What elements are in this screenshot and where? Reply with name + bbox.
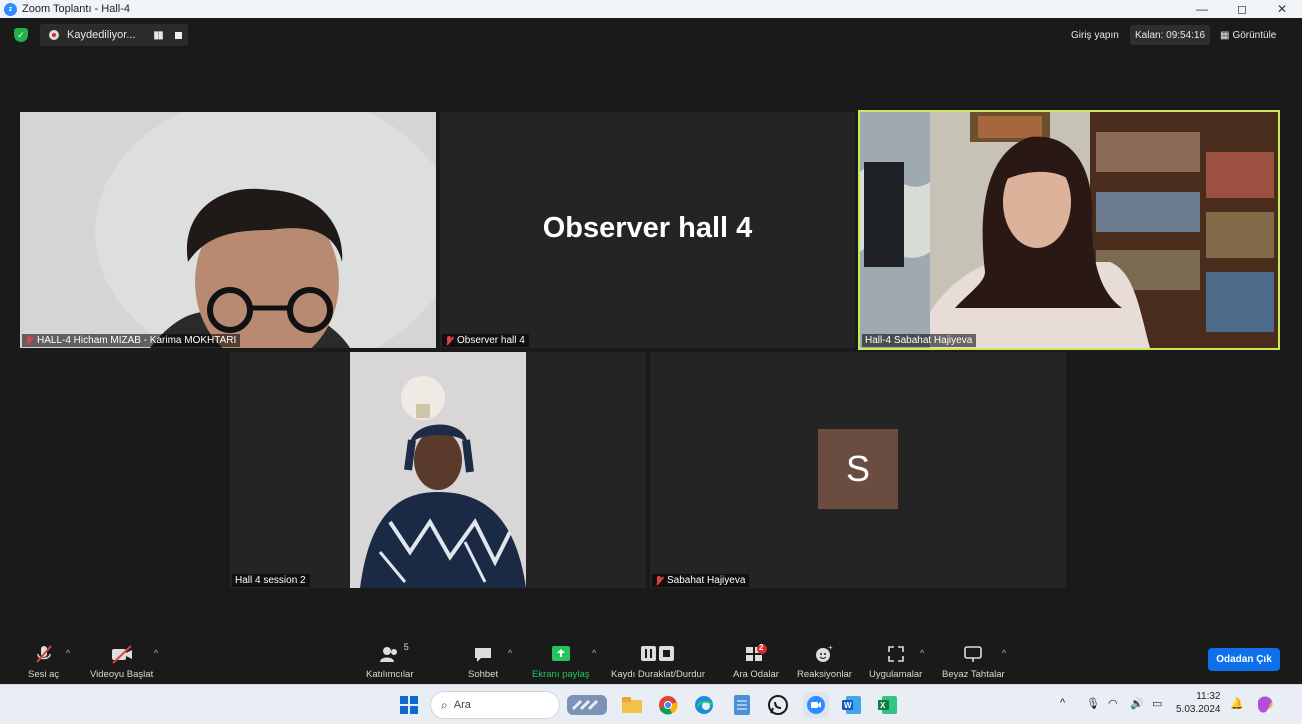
breakout-rooms-icon xyxy=(745,644,767,661)
pause-recording-icon[interactable]: ▮▮ xyxy=(153,30,163,41)
windows-start-icon[interactable] xyxy=(398,694,420,716)
video-tile-hicham[interactable]: HALL-4 Hicham MIZAB - Karima MOKHTARI xyxy=(20,112,436,348)
muted-mic-icon xyxy=(25,335,33,346)
security-shield-icon[interactable]: ✓ xyxy=(14,28,28,42)
minimize-button[interactable]: — xyxy=(1182,0,1222,18)
zoom-app-icon: z xyxy=(4,2,17,16)
copilot-icon[interactable] xyxy=(1254,694,1276,716)
muted-mic-icon xyxy=(445,335,453,346)
whiteboard-options-caret[interactable]: ^ xyxy=(1002,648,1006,658)
clock-time: 11:32 xyxy=(1196,691,1221,702)
excel-icon[interactable]: X xyxy=(877,694,899,716)
file-explorer-icon[interactable] xyxy=(621,694,643,716)
zoom-taskbar-icon[interactable] xyxy=(803,692,829,718)
start-video-button[interactable]: Videoyu Başlat xyxy=(90,640,153,680)
pause-stop-icon xyxy=(640,646,674,661)
video-tile-sabahat-speaker[interactable]: Hall-4 Sabahat Hajiyeva xyxy=(858,110,1280,350)
muted-mic-icon xyxy=(655,575,663,586)
participant-video xyxy=(20,112,436,348)
sign-in-button[interactable]: Giriş yapın xyxy=(1066,25,1124,45)
reactions-icon: + xyxy=(816,644,833,662)
window-title: Zoom Toplantı - Hall-4 xyxy=(22,3,131,15)
mic-off-icon xyxy=(35,645,52,663)
view-button[interactable]: ▦ Görüntüle xyxy=(1215,25,1281,45)
search-placeholder: Ara xyxy=(453,699,471,711)
breakout-badge: 2 xyxy=(758,643,764,652)
tray-overflow-chevron-icon[interactable]: ^ xyxy=(1060,697,1065,709)
search-icon: ⌕ xyxy=(441,697,448,712)
grid-icon: ▦ xyxy=(1220,29,1230,41)
whatsapp-icon[interactable] xyxy=(767,694,789,716)
unmute-button[interactable]: Sesi aç xyxy=(28,640,59,680)
close-button[interactable]: ✕ xyxy=(1262,0,1302,18)
recording-indicator: Kaydediliyor... ▮▮ xyxy=(40,24,188,46)
chat-button[interactable]: Sohbet xyxy=(468,640,498,680)
stop-recording-icon[interactable] xyxy=(174,31,182,39)
avatar: S xyxy=(818,429,898,509)
display-name: Observer hall 4 xyxy=(542,212,753,244)
widgets-icon[interactable] xyxy=(567,694,607,716)
notification-bell-icon[interactable]: 🔔 xyxy=(1230,697,1244,710)
wifi-icon[interactable]: ◠ xyxy=(1108,697,1118,710)
whiteboards-button[interactable]: Beyaz Tahtalar xyxy=(942,640,1005,680)
meeting-area: ✓ Kaydediliyor... ▮▮ Giriş yapın Kalan: … xyxy=(0,18,1302,684)
whiteboard-icon xyxy=(964,646,983,662)
audio-options-caret[interactable]: ^ xyxy=(66,648,70,658)
pause-stop-recording-button[interactable]: Kaydı Duraklat/Durdur xyxy=(611,640,705,680)
recording-label: Kaydediliyor... xyxy=(67,29,136,41)
video-off-icon xyxy=(111,645,132,664)
chrome-icon[interactable] xyxy=(657,694,679,716)
share-screen-button[interactable]: Ekranı paylaş xyxy=(532,640,590,680)
window-controls: — ◻ ✕ xyxy=(1182,0,1302,18)
participant-name-label: Hall 4 session 2 xyxy=(232,574,310,587)
apps-button[interactable]: Uygulamalar xyxy=(869,640,922,680)
apps-options-caret[interactable]: ^ xyxy=(920,648,924,658)
clock-date: 5.03.2024 xyxy=(1176,704,1221,715)
participant-video xyxy=(230,352,646,588)
participant-video xyxy=(860,112,1278,348)
reactions-button[interactable]: + Reaksiyonlar xyxy=(797,640,852,680)
meeting-controls-toolbar: Sesi aç ^ Videoyu Başlat ^ 5 Katılımcıla… xyxy=(0,636,1302,684)
svg-text:W: W xyxy=(844,701,852,710)
share-options-caret[interactable]: ^ xyxy=(592,648,596,658)
video-tile-observer[interactable]: Observer hall 4 Observer hall 4 xyxy=(440,112,855,348)
notepad-icon[interactable] xyxy=(731,694,753,716)
participants-button[interactable]: 5 Katılımcılar xyxy=(366,640,414,680)
leave-meeting-button[interactable]: Odadan Çık xyxy=(1208,648,1280,671)
tray-mic-icon[interactable]: 🎙 xyxy=(1086,697,1100,710)
participant-name-label: Observer hall 4 xyxy=(442,334,529,347)
apps-icon xyxy=(887,646,904,662)
chat-icon xyxy=(475,648,492,662)
participants-count: 5 xyxy=(403,642,409,652)
video-tile-sabahat-avatar[interactable]: S Sabahat Hajiyeva xyxy=(650,352,1066,588)
taskbar-search[interactable]: ⌕ Ara xyxy=(430,691,560,719)
svg-text:+: + xyxy=(828,644,833,652)
window-titlebar: z Zoom Toplantı - Hall-4 — ◻ ✕ xyxy=(0,0,1302,18)
video-options-caret[interactable]: ^ xyxy=(154,648,158,658)
word-icon[interactable]: W xyxy=(841,694,863,716)
recording-dot-icon xyxy=(49,30,59,40)
volume-icon[interactable]: 🔊 xyxy=(1130,697,1144,710)
participant-name-label: Sabahat Hajiyeva xyxy=(652,574,750,587)
restore-button[interactable]: ◻ xyxy=(1222,0,1262,18)
meeting-topbar: ✓ Kaydediliyor... ▮▮ Giriş yapın Kalan: … xyxy=(0,24,1302,46)
participant-name-label: Hall-4 Sabahat Hajiyeva xyxy=(862,334,977,347)
time-left-badge: Kalan: 09:54:16 xyxy=(1130,25,1211,45)
edge-icon[interactable] xyxy=(693,694,715,716)
share-screen-icon xyxy=(551,646,570,661)
taskbar-clock[interactable]: 11:32 5.03.2024 xyxy=(1176,690,1221,716)
windows-taskbar: ⌕ Ara W X ^ 🎙 ◠ 🔊 ▭ 11:32 5.03.2024 🔔 xyxy=(0,684,1302,724)
participant-name-label: HALL-4 Hicham MIZAB - Karima MOKHTARI xyxy=(22,334,241,347)
battery-icon[interactable]: ▭ xyxy=(1152,697,1162,710)
breakout-rooms-button[interactable]: 2 Ara Odalar xyxy=(733,640,779,680)
svg-text:X: X xyxy=(880,701,886,710)
participants-icon xyxy=(379,647,397,662)
chat-options-caret[interactable]: ^ xyxy=(508,648,512,658)
video-tile-hall4-session2[interactable]: Hall 4 session 2 xyxy=(230,352,646,588)
